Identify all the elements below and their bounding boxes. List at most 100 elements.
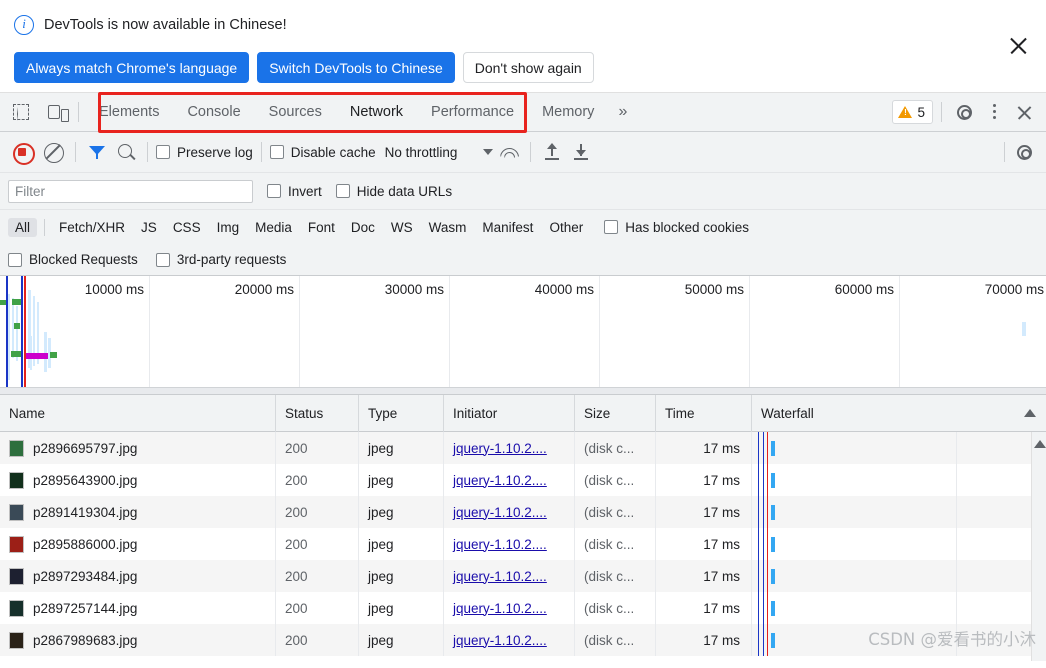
column-header-waterfall[interactable]: Waterfall xyxy=(752,395,1046,432)
column-header-time[interactable]: Time xyxy=(656,394,752,432)
table-row[interactable]: p2896695797.jpg 200 jpeg jquery-1.10.2.... (… xyxy=(0,432,1046,464)
search-icon[interactable] xyxy=(113,139,139,165)
column-header-type[interactable]: Type xyxy=(359,394,444,432)
initiator-link[interactable]: jquery-1.10.2.... xyxy=(453,441,547,456)
type-filter-wasm[interactable]: Wasm xyxy=(422,218,474,237)
type-filter-img[interactable]: Img xyxy=(210,218,247,237)
table-row[interactable]: p2897257144.jpg 200 jpeg jquery-1.10.2.... (… xyxy=(0,592,1046,624)
cell-initiator[interactable]: jquery-1.10.2.... xyxy=(444,560,575,592)
cell-name[interactable]: p2895643900.jpg xyxy=(0,464,276,496)
device-toolbar-icon[interactable] xyxy=(42,98,72,126)
cell-waterfall xyxy=(752,592,1046,624)
initiator-link[interactable]: jquery-1.10.2.... xyxy=(453,601,547,616)
checkbox-box xyxy=(156,145,170,159)
banner-close-icon[interactable] xyxy=(1006,34,1030,58)
tab-console[interactable]: Console xyxy=(173,92,254,132)
cell-size: (disk c... xyxy=(575,496,656,528)
column-header-initiator[interactable]: Initiator xyxy=(444,394,575,432)
type-filter-js[interactable]: JS xyxy=(134,218,164,237)
cell-name[interactable]: p2895886000.jpg xyxy=(0,528,276,560)
cell-size: (disk c... xyxy=(575,464,656,496)
cell-waterfall xyxy=(752,432,1046,464)
thumbnail-icon xyxy=(9,599,24,617)
initiator-link[interactable]: jquery-1.10.2.... xyxy=(453,537,547,552)
type-filter-other[interactable]: Other xyxy=(542,218,590,237)
devtools-settings-gear-icon[interactable] xyxy=(950,98,978,126)
cell-size: (disk c... xyxy=(575,624,656,656)
cell-initiator[interactable]: jquery-1.10.2.... xyxy=(444,624,575,656)
table-row[interactable]: p2895886000.jpg 200 jpeg jquery-1.10.2.... (… xyxy=(0,528,1046,560)
dont-show-again-button[interactable]: Don't show again xyxy=(462,52,594,83)
record-button-icon[interactable] xyxy=(8,138,36,166)
initiator-link[interactable]: jquery-1.10.2.... xyxy=(453,473,547,488)
network-overview-timeline[interactable]: 10000 ms 20000 ms 30000 ms 40000 ms 50000 ms… xyxy=(0,276,1046,395)
type-filter-fetch-xhr[interactable]: Fetch/XHR xyxy=(52,218,132,237)
cell-size: (disk c... xyxy=(575,528,656,560)
scroll-up-icon xyxy=(1033,440,1046,448)
requests-scrollbar[interactable] xyxy=(1031,432,1046,661)
column-header-name[interactable]: Name xyxy=(0,394,276,432)
initiator-link[interactable]: jquery-1.10.2.... xyxy=(453,569,547,584)
table-row[interactable]: p2867989683.jpg 200 jpeg jquery-1.10.2.... (… xyxy=(0,624,1046,656)
overview-scrollbar[interactable] xyxy=(0,387,1046,394)
type-filter-all[interactable]: All xyxy=(8,217,38,237)
requests-table-body[interactable]: p2896695797.jpg 200 jpeg jquery-1.10.2....(… xyxy=(0,432,1046,661)
filter-input[interactable] xyxy=(8,179,253,203)
column-header-size[interactable]: Size xyxy=(575,394,656,432)
blocked-requests-checkbox[interactable]: Blocked Requests xyxy=(8,252,138,267)
cell-initiator[interactable]: jquery-1.10.2.... xyxy=(444,592,575,624)
tab-elements[interactable]: Elements xyxy=(85,92,173,132)
tabbar-right-actions: 5 xyxy=(892,98,1046,126)
type-filter-manifest[interactable]: Manifest xyxy=(475,218,540,237)
timeline-tick-label: 50000 ms xyxy=(684,282,744,297)
cell-time: 17 ms xyxy=(656,464,752,496)
tab-sources[interactable]: Sources xyxy=(255,92,336,132)
table-row[interactable]: p2895643900.jpg 200 jpeg jquery-1.10.2.... (… xyxy=(0,464,1046,496)
cell-initiator[interactable]: jquery-1.10.2.... xyxy=(444,528,575,560)
import-har-icon[interactable] xyxy=(539,139,565,165)
type-filter-font[interactable]: Font xyxy=(301,218,342,237)
column-header-status[interactable]: Status xyxy=(276,394,359,432)
disable-cache-checkbox[interactable]: Disable cache xyxy=(269,145,376,160)
cell-name[interactable]: p2896695797.jpg xyxy=(0,432,276,464)
hide-data-urls-checkbox[interactable]: Hide data URLs xyxy=(335,184,452,199)
filter-funnel-icon[interactable] xyxy=(84,139,110,165)
throttling-select[interactable]: No throttling xyxy=(385,145,494,160)
preserve-log-checkbox[interactable]: Preserve log xyxy=(156,145,253,160)
switch-devtools-language-button[interactable]: Switch DevTools to Chinese xyxy=(257,52,455,83)
cell-initiator[interactable]: jquery-1.10.2.... xyxy=(444,432,575,464)
more-tabs-icon[interactable]: » xyxy=(608,92,637,132)
cell-name[interactable]: p2891419304.jpg xyxy=(0,496,276,528)
cell-name[interactable]: p2867989683.jpg xyxy=(0,624,276,656)
warning-badge[interactable]: 5 xyxy=(892,100,933,124)
type-filter-css[interactable]: CSS xyxy=(166,218,208,237)
type-filter-media[interactable]: Media xyxy=(248,218,299,237)
invert-checkbox[interactable]: Invert xyxy=(267,184,322,199)
checkbox-box xyxy=(267,184,281,198)
initiator-link[interactable]: jquery-1.10.2.... xyxy=(453,505,547,520)
table-row[interactable]: p2891419304.jpg 200 jpeg jquery-1.10.2.... (… xyxy=(0,496,1046,528)
initiator-link[interactable]: jquery-1.10.2.... xyxy=(453,633,547,648)
cell-name[interactable]: p2897293484.jpg xyxy=(0,560,276,592)
tab-memory[interactable]: Memory xyxy=(528,92,608,132)
devtools-close-icon[interactable] xyxy=(1010,98,1038,126)
network-settings-gear-icon[interactable] xyxy=(1010,138,1038,166)
type-filter-ws[interactable]: WS xyxy=(384,218,420,237)
inspect-element-icon[interactable] xyxy=(6,98,36,126)
request-name: p2895886000.jpg xyxy=(33,536,138,552)
cell-initiator[interactable]: jquery-1.10.2.... xyxy=(444,496,575,528)
network-conditions-wifi-icon[interactable] xyxy=(496,139,522,165)
third-party-requests-checkbox[interactable]: 3rd-party requests xyxy=(155,252,286,267)
type-filter-doc[interactable]: Doc xyxy=(344,218,382,237)
tab-network[interactable]: Network xyxy=(336,92,417,132)
tab-performance[interactable]: Performance xyxy=(417,92,528,132)
has-blocked-cookies-checkbox[interactable]: Has blocked cookies xyxy=(604,220,749,235)
cell-name[interactable]: p2897257144.jpg xyxy=(0,592,276,624)
table-row[interactable]: p2897293484.jpg 200 jpeg jquery-1.10.2.... (… xyxy=(0,560,1046,592)
export-har-icon[interactable] xyxy=(568,139,594,165)
always-match-language-button[interactable]: Always match Chrome's language xyxy=(14,52,250,83)
cell-status: 200 xyxy=(276,624,359,656)
cell-initiator[interactable]: jquery-1.10.2.... xyxy=(444,464,575,496)
clear-icon[interactable] xyxy=(39,138,67,166)
kebab-menu-icon[interactable] xyxy=(980,98,1008,126)
